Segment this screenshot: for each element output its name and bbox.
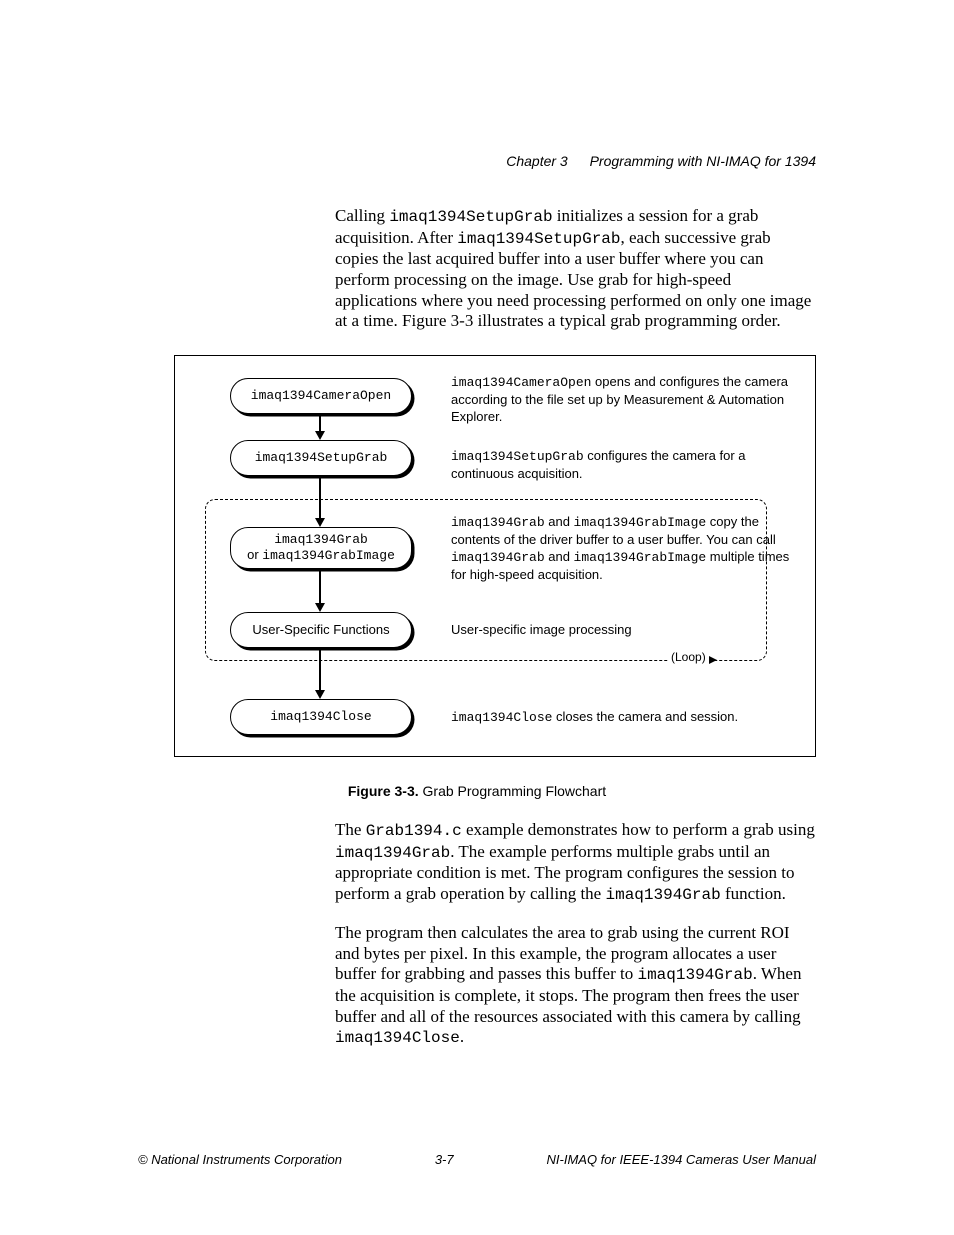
arrow-right-icon <box>709 656 717 664</box>
paragraph-3: The program then calculates the area to … <box>335 923 815 1049</box>
code: imaq1394CameraOpen <box>451 375 591 390</box>
code: imaq1394Close <box>335 1029 460 1047</box>
arrow-down-icon <box>315 431 325 440</box>
code: imaq1394Grab <box>637 966 752 984</box>
paragraph-1: Calling imaq1394SetupGrab initializes a … <box>335 206 815 332</box>
figure-number: Figure 3-3. <box>348 783 419 799</box>
page-footer: © National Instruments Corporation 3-7 N… <box>138 1152 816 1167</box>
code: imaq1394SetupGrab <box>389 208 552 226</box>
chapter-title: Programming with NI-IMAQ for 1394 <box>590 153 816 169</box>
flow-connector <box>319 415 321 432</box>
flow-desc-2: imaq1394SetupGrab configures the camera … <box>451 448 791 483</box>
page-header: Chapter 3 Programming with NI-IMAQ for 1… <box>506 153 816 169</box>
code: imaq1394Grab <box>335 844 450 862</box>
text: and <box>545 514 574 529</box>
flow-label: imaq1394SetupGrab <box>231 451 411 465</box>
text: and <box>545 549 574 564</box>
code: imaq1394GrabImage <box>574 550 707 565</box>
flow-label: imaq1394Grab <box>274 532 368 547</box>
flow-box-user-functions: User-Specific Functions <box>230 612 412 648</box>
flow-connector <box>319 570 321 604</box>
flow-desc-3: imaq1394Grab and imaq1394GrabImage copy … <box>451 514 791 584</box>
figure-3-3: imaq1394CameraOpen imaq1394SetupGrab ima… <box>174 355 816 757</box>
code: imaq1394Close <box>451 710 552 725</box>
text: function. <box>721 884 786 903</box>
code: imaq1394Grab <box>451 515 545 530</box>
flow-box-grab: imaq1394Grab or imaq1394GrabImage <box>230 527 412 569</box>
arrow-down-icon <box>315 690 325 699</box>
text: Calling <box>335 206 389 225</box>
flow-desc-1: imaq1394CameraOpen opens and configures … <box>451 374 791 426</box>
loop-label: (Loop) <box>668 650 709 664</box>
arrow-down-icon <box>315 603 325 612</box>
flow-connector <box>319 649 321 691</box>
flow-desc-5: imaq1394Close closes the camera and sess… <box>451 709 791 727</box>
text: closes the camera and session. <box>552 709 738 724</box>
figure-caption: Figure 3-3. Grab Programming Flowchart <box>0 783 954 799</box>
code: imaq1394SetupGrab <box>457 230 620 248</box>
text: example demonstrates how to perform a gr… <box>462 820 815 839</box>
code: Grab1394.c <box>366 822 462 840</box>
flow-desc-4: User-specific image processing <box>451 622 791 639</box>
flow-label: imaq1394CameraOpen <box>231 389 411 403</box>
page: Chapter 3 Programming with NI-IMAQ for 1… <box>0 0 954 1235</box>
flow-box-close: imaq1394Close <box>230 699 412 735</box>
footer-manual-title: NI-IMAQ for IEEE-1394 Cameras User Manua… <box>547 1152 816 1167</box>
code: imaq1394GrabImage <box>574 515 707 530</box>
text: . <box>460 1027 464 1046</box>
flow-box-setup-grab: imaq1394SetupGrab <box>230 440 412 476</box>
chapter-label: Chapter 3 <box>506 153 567 169</box>
text: The <box>335 820 366 839</box>
flow-label: or <box>247 547 262 562</box>
flow-label: imaq1394GrabImage <box>262 548 395 563</box>
flow-label: imaq1394Close <box>231 710 411 724</box>
footer-copyright: © National Instruments Corporation <box>138 1152 342 1167</box>
code: imaq1394Grab <box>451 550 545 565</box>
paragraph-2: The Grab1394.c example demonstrates how … <box>335 820 815 905</box>
flow-box-camera-open: imaq1394CameraOpen <box>230 378 412 414</box>
footer-page-number: 3-7 <box>435 1152 454 1167</box>
figure-title: Grab Programming Flowchart <box>419 783 607 799</box>
flow-label: User-Specific Functions <box>231 623 411 637</box>
code: imaq1394Grab <box>605 886 720 904</box>
code: imaq1394SetupGrab <box>451 449 584 464</box>
